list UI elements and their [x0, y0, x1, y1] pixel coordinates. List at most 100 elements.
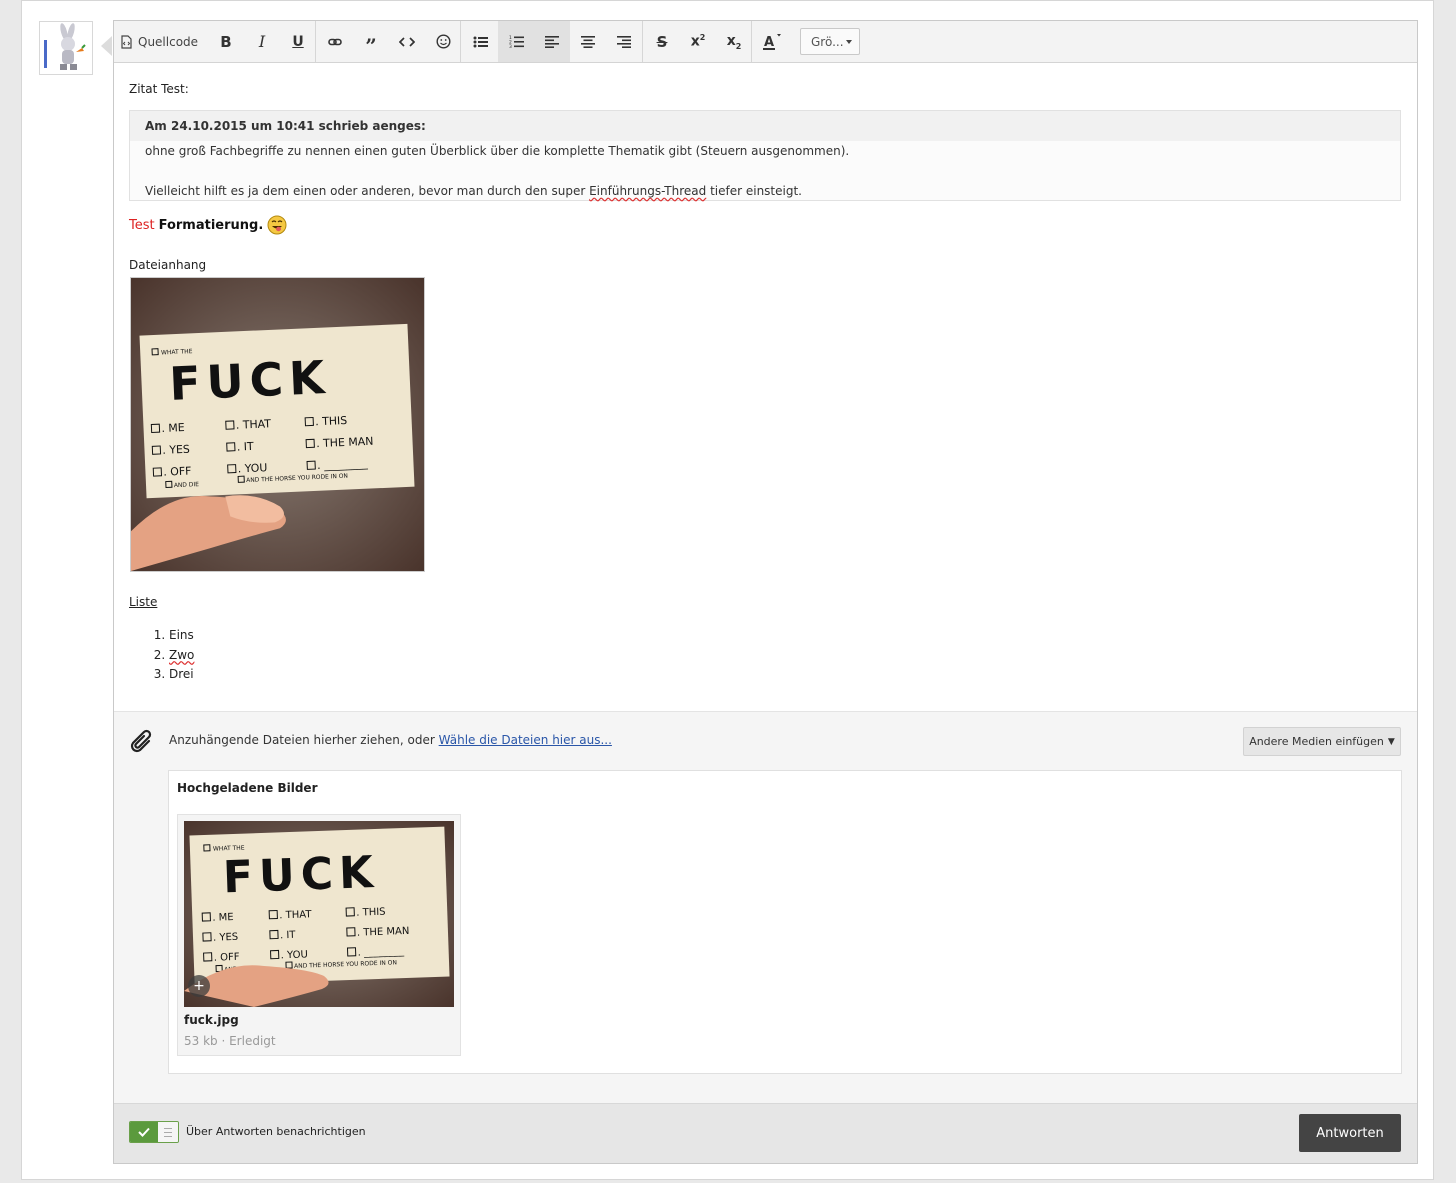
grip-lines-icon [164, 1127, 172, 1137]
align-left-icon [545, 35, 559, 48]
attachment-label: Dateianhang [129, 258, 207, 272]
svg-text:FUCK: FUCK [222, 847, 380, 903]
svg-text:. THE MAN: . THE MAN [357, 926, 410, 939]
svg-text:FUCK: FUCK [168, 351, 331, 411]
numbered-list-button[interactable]: 1 2 3 [498, 21, 534, 62]
uploaded-images-panel: Hochgeladene Bilder WHAT THE FUCK . ME . [168, 770, 1402, 1074]
bold-icon: B [220, 32, 232, 51]
toggle-on-state [130, 1122, 158, 1142]
ordered-list: Eins Zwo Drei [129, 626, 194, 685]
svg-text:. YOU: . YOU [281, 949, 308, 961]
italic-button[interactable]: I [244, 21, 280, 62]
italic-icon: I [258, 32, 266, 51]
strikethrough-button[interactable]: S [644, 21, 680, 62]
attachment-image[interactable]: WHAT THE FUCK . ME . YES . OFF AND DIE .… [130, 277, 425, 572]
upload-area[interactable]: Anzuhängende Dateien hierher ziehen, ode… [114, 711, 1417, 1103]
avatar-pointer [101, 36, 112, 56]
superscript-icon: x2 [690, 33, 706, 50]
quote-line: ohne groß Fachbegriffe zu nennen einen g… [145, 144, 850, 158]
choose-files-link[interactable]: Wähle die Dateien hier aus... [439, 733, 612, 747]
align-center-button[interactable] [570, 21, 606, 62]
insert-media-label: Andere Medien einfügen [1249, 735, 1384, 748]
text-color-button[interactable]: A [753, 21, 789, 62]
subscript-icon: x2 [726, 32, 742, 51]
svg-text:. ________: . ________ [357, 946, 405, 959]
reply-button[interactable]: Antworten [1299, 1114, 1401, 1152]
text-color-icon: A [763, 33, 781, 50]
source-document-icon [121, 34, 132, 49]
underline-icon: U [292, 33, 304, 50]
svg-text:. ________: . ________ [317, 457, 369, 472]
bold-button[interactable]: B [208, 21, 244, 62]
plus-icon: + [193, 978, 205, 994]
misspelled-word: Einführungs-Thread [589, 184, 707, 198]
file-meta: 53 kb · Erledigt [184, 1034, 276, 1048]
insert-media-button[interactable]: Andere Medien einfügen ▼ [1243, 727, 1401, 756]
strikethrough-icon: S [656, 32, 668, 51]
quote-block: Am 24.10.2015 um 10:41 schrieb aenges: o… [129, 110, 1401, 201]
svg-text:. YES: . YES [162, 443, 190, 457]
quote-text: tiefer einsteigt. [706, 184, 802, 198]
superscript-button[interactable]: x2 [680, 21, 716, 62]
svg-text:WHAT THE: WHAT THE [161, 348, 193, 356]
editor-footer: Über Antworten benachrichtigen Antworten [114, 1103, 1417, 1163]
paperclip-icon [130, 729, 152, 753]
font-size-label: Grö... [811, 34, 844, 49]
svg-text:. IT: . IT [237, 440, 255, 454]
notify-label: Über Antworten benachrichtigen [186, 1125, 366, 1138]
code-button[interactable] [389, 21, 425, 62]
svg-text:. ME: . ME [212, 912, 234, 924]
bold-text: Formatierung. [158, 217, 264, 233]
svg-text:. OFF: . OFF [163, 464, 192, 478]
uploaded-image-thumbnail[interactable]: WHAT THE FUCK . ME . YES . OFF AND DIE .… [184, 821, 454, 1007]
font-size-dropdown[interactable]: Grö... [800, 28, 860, 55]
smiley-button[interactable] [425, 21, 461, 62]
svg-text:. YOU: . YOU [237, 461, 267, 475]
svg-text:. YES: . YES [213, 932, 239, 944]
quote-line: Vielleicht hilft es ja dem einen oder an… [130, 181, 1400, 201]
upload-hint-text: Anzuhängende Dateien hierher ziehen, ode… [169, 733, 439, 747]
uploaded-image-card[interactable]: WHAT THE FUCK . ME . YES . OFF AND DIE .… [177, 814, 461, 1056]
bullet-list-button[interactable] [462, 21, 498, 62]
list-item: Zwo [169, 646, 194, 666]
svg-text:. THIS: . THIS [356, 907, 386, 919]
source-code-button[interactable]: Quellcode [120, 21, 212, 62]
list-item: Drei [169, 665, 194, 685]
editor-toolbar: Quellcode B I U ” 1 2 3 S x2 x2 A Grö... [114, 21, 1417, 63]
quote-empty-line [130, 161, 1400, 181]
toolbar-divider [642, 21, 643, 62]
quote-intro: Zitat Test: [129, 82, 189, 96]
caret-down-icon: ▼ [1387, 736, 1395, 747]
quote-header: Am 24.10.2015 um 10:41 schrieb aenges: [130, 111, 1400, 141]
svg-text:. OFF: . OFF [214, 952, 240, 964]
quote-button[interactable]: ” [353, 21, 389, 62]
list-title: Liste [129, 595, 158, 609]
tongue-smiley-icon [267, 215, 287, 235]
underline-button[interactable]: U [280, 21, 316, 62]
avatar[interactable] [39, 21, 93, 75]
numbered-list-icon: 1 2 3 [509, 35, 524, 48]
align-right-icon [617, 35, 631, 48]
svg-text:A: A [764, 35, 774, 50]
svg-text:3: 3 [509, 44, 512, 48]
align-left-button[interactable] [534, 21, 570, 62]
quote-text: Vielleicht hilft es ja dem einen oder an… [145, 184, 590, 198]
formatting-line: Test Formatierung. [129, 215, 287, 235]
file-name: fuck.jpg [184, 1013, 239, 1027]
insert-image-button[interactable]: + [188, 975, 210, 997]
svg-text:. THAT: . THAT [236, 417, 272, 432]
notify-toggle[interactable] [129, 1121, 179, 1143]
checkmark-icon [138, 1127, 150, 1137]
quote-icon: ” [365, 33, 377, 58]
svg-text:. THE MAN: . THE MAN [316, 435, 374, 450]
link-button[interactable] [317, 21, 353, 62]
post-editor: Quellcode B I U ” 1 2 3 S x2 x2 A Grö...… [113, 20, 1418, 1164]
svg-text:. THIS: . THIS [315, 414, 348, 428]
subscript-button[interactable]: x2 [716, 21, 752, 62]
align-center-icon [581, 35, 595, 48]
code-icon [399, 36, 415, 47]
align-right-button[interactable] [606, 21, 642, 62]
source-code-label: Quellcode [138, 34, 199, 49]
chevron-down-icon [846, 40, 852, 44]
svg-text:. ME: . ME [161, 421, 185, 435]
